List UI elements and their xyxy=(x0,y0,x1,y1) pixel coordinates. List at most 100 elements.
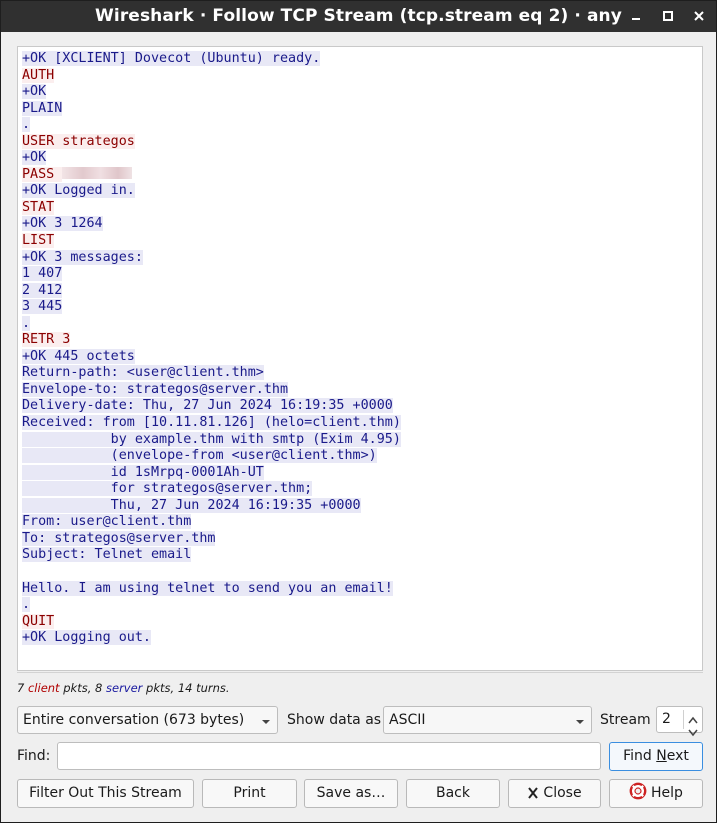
server-line: Received: from [10.11.81.126] (helo=clie… xyxy=(22,415,401,432)
server-line-text: +OK [XCLIENT] Dovecot (Ubuntu) ready. xyxy=(22,51,321,66)
server-label: server xyxy=(106,681,143,695)
find-next-label-post: ext xyxy=(666,748,689,764)
follow-tcp-stream-window: Wireshark · Follow TCP Stream (tcp.strea… xyxy=(0,0,717,823)
server-line-text: +OK 3 1264 xyxy=(22,216,103,232)
spin-down-icon[interactable] xyxy=(687,722,699,741)
client-line: QUIT xyxy=(22,613,401,631)
server-line: . xyxy=(22,117,401,134)
client-line: LIST xyxy=(22,233,401,250)
client-line: PASS xyxy=(22,166,401,184)
filter-out-stream-button[interactable]: Filter Out This Stream xyxy=(17,779,194,808)
show-data-as-value: ASCII xyxy=(389,712,426,728)
server-line: 3 445 xyxy=(22,299,401,316)
server-line-text: id 1sMrpq-0001Ah-UT xyxy=(22,464,264,480)
stream-number-spinbox[interactable]: 2 xyxy=(656,706,703,737)
close-icon[interactable] xyxy=(690,7,708,25)
chevron-down-icon xyxy=(261,715,271,731)
server-pkt-count: 8 xyxy=(95,681,103,695)
client-line-text: QUIT xyxy=(22,613,55,629)
server-line: . xyxy=(22,597,401,614)
client-line-text: AUTH xyxy=(22,67,55,83)
server-line-text: To: strategos@server.thm xyxy=(22,530,216,546)
client-line: AUTH xyxy=(22,67,401,85)
client-line-text: LIST xyxy=(22,233,55,249)
server-line: Hello. I am using telnet to send you an … xyxy=(22,580,401,598)
server-line: (envelope-from <user@client.thm>) xyxy=(22,448,401,465)
server-line-text: PLAIN xyxy=(22,100,63,116)
server-line-text: (envelope-from <user@client.thm>) xyxy=(22,448,377,464)
spinbox-divider xyxy=(683,710,684,729)
server-line-text: +OK 3 messages: xyxy=(22,249,143,265)
server-line: Delivery-date: Thu, 27 Jun 2024 16:19:35… xyxy=(22,398,401,415)
server-line: From: user@client.thm xyxy=(22,514,401,531)
stream-text[interactable]: +OK [XCLIENT] Dovecot (Ubuntu) ready. AUT… xyxy=(22,51,401,647)
server-line-text: Return-path: <user@client.thm> xyxy=(22,365,264,381)
server-line: To: strategos@server.thm xyxy=(22,530,401,548)
server-line: Subject: Telnet email xyxy=(22,547,401,564)
server-line-text: +OK Logged in. xyxy=(22,183,135,199)
find-label: Find: xyxy=(17,748,51,764)
window-title: Wireshark · Follow TCP Stream (tcp.strea… xyxy=(95,6,622,26)
client-pkt-count: 7 xyxy=(17,681,25,695)
server-line-text: by example.thm with smtp (Exim 4.95) xyxy=(22,431,401,447)
server-line-text: +OK 445 octets xyxy=(22,348,135,364)
show-data-as-label: Show data as xyxy=(287,712,382,728)
server-line-text: +OK Logging out. xyxy=(22,630,151,646)
server-line: +OK 445 octets xyxy=(22,348,401,366)
conversation-select-value: Entire conversation (673 bytes) xyxy=(23,712,245,728)
client-line: RETR 3 xyxy=(22,332,401,349)
server-line: +OK xyxy=(22,84,401,101)
server-line: . xyxy=(22,315,401,333)
save-as-button[interactable]: Save as… xyxy=(304,779,398,808)
show-data-as-select[interactable]: ASCII xyxy=(383,706,592,734)
server-line-text: +OK xyxy=(22,150,47,166)
stream-stats: 7 client pkts, 8 server pkts, 14 turns. xyxy=(17,681,230,695)
stream-number-value: 2 xyxy=(662,711,671,727)
maximize-icon[interactable] xyxy=(659,7,677,25)
title-bar[interactable]: Wireshark · Follow TCP Stream (tcp.strea… xyxy=(1,1,716,32)
server-line-text: Hello. I am using telnet to send you an … xyxy=(22,580,393,596)
divider xyxy=(17,672,703,673)
server-line: +OK Logged in. xyxy=(22,183,401,200)
close-button[interactable]: Close xyxy=(508,779,601,808)
server-line: +OK Logging out. xyxy=(22,630,401,647)
conversation-select[interactable]: Entire conversation (673 bytes) xyxy=(17,706,278,734)
server-line-text: . xyxy=(22,597,31,613)
server-line-text: Delivery-date: Thu, 27 Jun 2024 16:19:35… xyxy=(22,398,393,414)
help-button[interactable]: Help xyxy=(609,779,703,808)
stream-label: Stream xyxy=(600,712,651,728)
server-line: 2 412 xyxy=(22,282,401,300)
server-line: id 1sMrpq-0001Ah-UT xyxy=(22,464,401,482)
client-label: client xyxy=(27,681,60,695)
server-line: Return-path: <user@client.thm> xyxy=(22,365,401,382)
server-line-text: Received: from [10.11.81.126] (helo=clie… xyxy=(22,415,401,431)
server-line-text: Subject: Telnet email xyxy=(22,547,192,563)
server-line-text: 1 407 xyxy=(22,266,63,282)
client-line: USER strategos xyxy=(22,133,401,151)
close-button-label: Close xyxy=(543,785,582,801)
server-line-text: Envelope-to: strategos@server.thm xyxy=(22,381,289,397)
server-line-text: for strategos@server.thm; xyxy=(22,481,313,497)
server-line-text: +OK xyxy=(22,84,47,100)
server-line: Envelope-to: strategos@server.thm xyxy=(22,381,401,399)
help-button-label: Help xyxy=(651,785,683,801)
help-lifebuoy-icon xyxy=(629,782,647,810)
client-line-text: STAT xyxy=(22,199,55,215)
minimize-icon[interactable] xyxy=(627,7,645,25)
find-input[interactable] xyxy=(57,742,601,770)
find-next-accel: N xyxy=(656,748,667,764)
print-button[interactable]: Print xyxy=(202,779,297,808)
server-line-text: 2 412 xyxy=(22,282,63,298)
back-button[interactable]: Back xyxy=(406,779,500,808)
client-line-text: RETR 3 xyxy=(22,332,71,348)
server-line: +OK 3 1264 xyxy=(22,216,401,233)
stats-pkts-text: pkts, xyxy=(59,681,96,695)
server-line-text: . xyxy=(22,315,31,331)
close-x-icon xyxy=(527,783,539,810)
server-line xyxy=(22,564,401,581)
find-next-button[interactable]: Find Next xyxy=(609,742,703,771)
find-next-label-pre: Find xyxy=(623,748,657,764)
server-line: PLAIN xyxy=(22,100,401,118)
stream-content-pane[interactable]: +OK [XCLIENT] Dovecot (Ubuntu) ready. AUT… xyxy=(17,46,703,671)
server-line: +OK [XCLIENT] Dovecot (Ubuntu) ready. xyxy=(22,51,401,68)
